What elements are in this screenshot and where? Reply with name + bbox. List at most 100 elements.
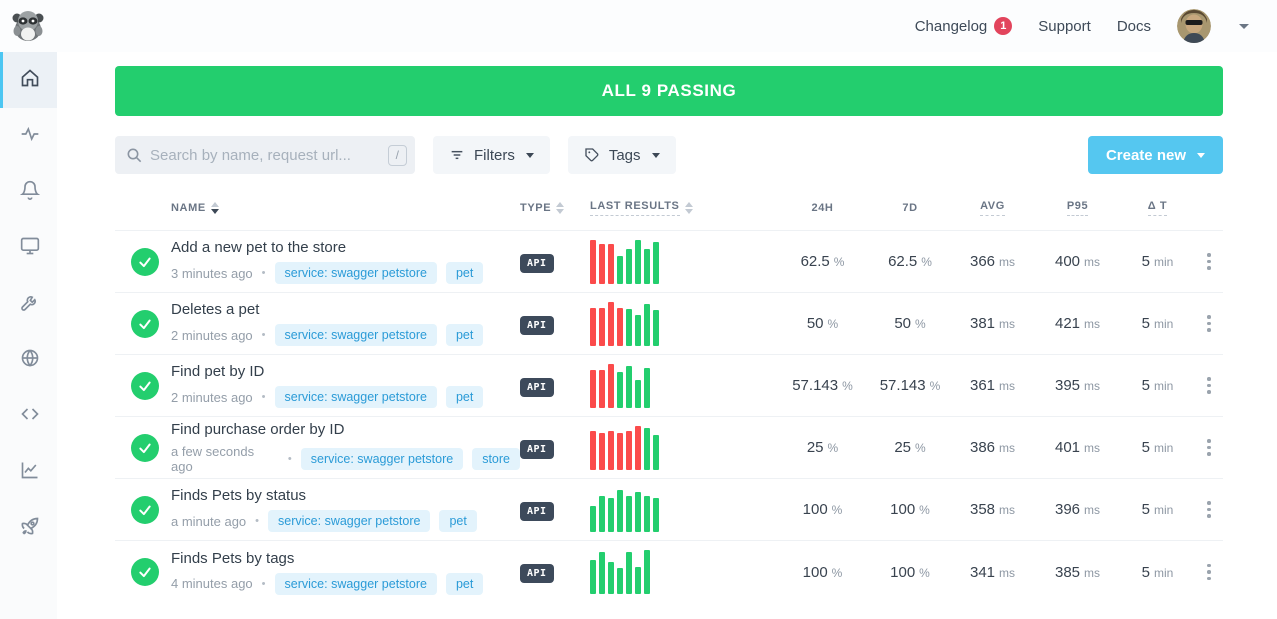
raccoon-logo-icon[interactable] [10, 8, 46, 44]
row-menu-icon[interactable] [1195, 495, 1223, 524]
user-avatar[interactable] [1177, 9, 1211, 43]
tag[interactable]: pet [446, 262, 483, 284]
tag-service[interactable]: service: swagger petstore [275, 324, 437, 346]
sort-icon [211, 202, 219, 214]
sidebar-item-dashboards[interactable] [0, 220, 57, 276]
nav-docs[interactable]: Docs [1117, 18, 1151, 35]
row-menu-icon[interactable] [1195, 558, 1223, 587]
table-row[interactable]: Finds Pets by status a minute ago • serv… [115, 479, 1223, 541]
check-name[interactable]: Find pet by ID [171, 363, 520, 380]
delta-t-cell: 5min [1120, 564, 1195, 581]
avg-cell: 358ms [950, 501, 1035, 518]
sidebar-item-home[interactable] [0, 52, 57, 108]
main-content: ALL 9 PASSING / Filters Tags Create new [57, 52, 1277, 619]
create-new-button[interactable]: Create new [1088, 136, 1223, 174]
last-results-chart[interactable] [590, 426, 775, 470]
search-input[interactable] [150, 147, 388, 164]
globe-icon [20, 348, 40, 373]
tag-service[interactable]: service: swagger petstore [275, 573, 437, 595]
column-header-last-results[interactable]: LAST RESULTS [590, 200, 775, 216]
check-type-badge: API [520, 316, 554, 335]
table-row[interactable]: Find purchase order by ID a few seconds … [115, 417, 1223, 479]
avg-cell: 361ms [950, 377, 1035, 394]
success-7d-cell: 25% [870, 439, 950, 456]
row-menu-icon[interactable] [1195, 309, 1223, 338]
last-run-time: 2 minutes ago [171, 390, 253, 405]
column-header-avg[interactable]: AVG [950, 200, 1035, 216]
delta-t-cell: 5min [1120, 439, 1195, 456]
nav-support[interactable]: Support [1038, 18, 1091, 35]
p95-cell: 396ms [1035, 501, 1120, 518]
check-name[interactable]: Deletes a pet [171, 301, 520, 318]
tag-service[interactable]: service: swagger petstore [275, 386, 437, 408]
sidebar-item-alerts[interactable] [0, 164, 57, 220]
column-header-name[interactable]: NAME [171, 202, 520, 214]
last-results-chart[interactable] [590, 302, 775, 346]
filters-caret-icon [526, 153, 534, 158]
row-menu-icon[interactable] [1195, 247, 1223, 276]
top-bar: Changelog 1 Support Docs [0, 0, 1277, 52]
sidebar-item-activity[interactable] [0, 108, 57, 164]
tag[interactable]: pet [439, 510, 476, 532]
check-name[interactable]: Finds Pets by status [171, 487, 520, 504]
check-type-badge: API [520, 502, 554, 521]
check-name[interactable]: Add a new pet to the store [171, 239, 520, 256]
success-7d-cell: 62.5% [870, 253, 950, 270]
meta-separator: • [262, 329, 266, 341]
sidebar-item-maintenance[interactable] [0, 276, 57, 332]
status-passing-icon [131, 558, 159, 586]
table-row[interactable]: Add a new pet to the store 3 minutes ago… [115, 231, 1223, 293]
tags-button[interactable]: Tags [568, 136, 676, 174]
table-row[interactable]: Find pet by ID 2 minutes ago • service: … [115, 355, 1223, 417]
table-row[interactable]: Finds Pets by tags 4 minutes ago • servi… [115, 541, 1223, 603]
success-7d-cell: 57.143% [870, 377, 950, 394]
p95-cell: 421ms [1035, 315, 1120, 332]
sidebar-item-analytics[interactable] [0, 444, 57, 500]
filters-button[interactable]: Filters [433, 136, 550, 174]
last-run-time: 3 minutes ago [171, 266, 253, 281]
rocket-icon [20, 516, 40, 541]
status-passing-icon [131, 248, 159, 276]
table-row[interactable]: Deletes a pet 2 minutes ago • service: s… [115, 293, 1223, 355]
tag-service[interactable]: service: swagger petstore [275, 262, 437, 284]
tag[interactable]: pet [446, 573, 483, 595]
meta-separator: • [288, 453, 292, 465]
last-results-chart[interactable] [590, 364, 775, 408]
tag[interactable]: pet [446, 386, 483, 408]
success-24h-cell: 25% [775, 439, 870, 456]
sidebar-item-deployments[interactable] [0, 500, 57, 556]
column-header-p95[interactable]: P95 [1035, 200, 1120, 216]
wrench-icon [20, 292, 40, 317]
search-box[interactable]: / [115, 136, 415, 174]
status-passing-icon [131, 434, 159, 462]
row-menu-icon[interactable] [1195, 433, 1223, 462]
column-header-7d[interactable]: 7D [870, 202, 950, 214]
p95-cell: 395ms [1035, 377, 1120, 394]
column-header-delta-t[interactable]: Δ T [1120, 200, 1195, 216]
check-name[interactable]: Find purchase order by ID [171, 421, 520, 438]
last-results-chart[interactable] [590, 240, 775, 284]
status-banner-label: ALL 9 PASSING [602, 81, 737, 101]
delta-t-cell: 5min [1120, 377, 1195, 394]
tag-service[interactable]: service: swagger petstore [268, 510, 430, 532]
column-header-type[interactable]: TYPE [520, 202, 590, 214]
last-results-chart[interactable] [590, 488, 775, 532]
sidebar-item-runtimes[interactable] [0, 388, 57, 444]
last-results-chart[interactable] [590, 550, 775, 594]
success-24h-cell: 100% [775, 564, 870, 581]
nav-changelog[interactable]: Changelog 1 [915, 17, 1013, 35]
tag[interactable]: store [472, 448, 520, 470]
status-passing-icon [131, 372, 159, 400]
row-menu-icon[interactable] [1195, 371, 1223, 400]
sidebar-item-locations[interactable] [0, 332, 57, 388]
sort-icon [556, 202, 564, 214]
tag-service[interactable]: service: swagger petstore [301, 448, 463, 470]
column-header-24h[interactable]: 24H [775, 202, 870, 214]
table-header: NAME TYPE LAST RESULTS 24H 7D AVG P95 [115, 200, 1223, 231]
status-banner[interactable]: ALL 9 PASSING [115, 66, 1223, 116]
check-name[interactable]: Finds Pets by tags [171, 550, 520, 567]
last-run-time: 2 minutes ago [171, 328, 253, 343]
changelog-count-badge: 1 [994, 17, 1012, 35]
account-menu-caret-icon[interactable] [1239, 24, 1249, 29]
tag[interactable]: pet [446, 324, 483, 346]
